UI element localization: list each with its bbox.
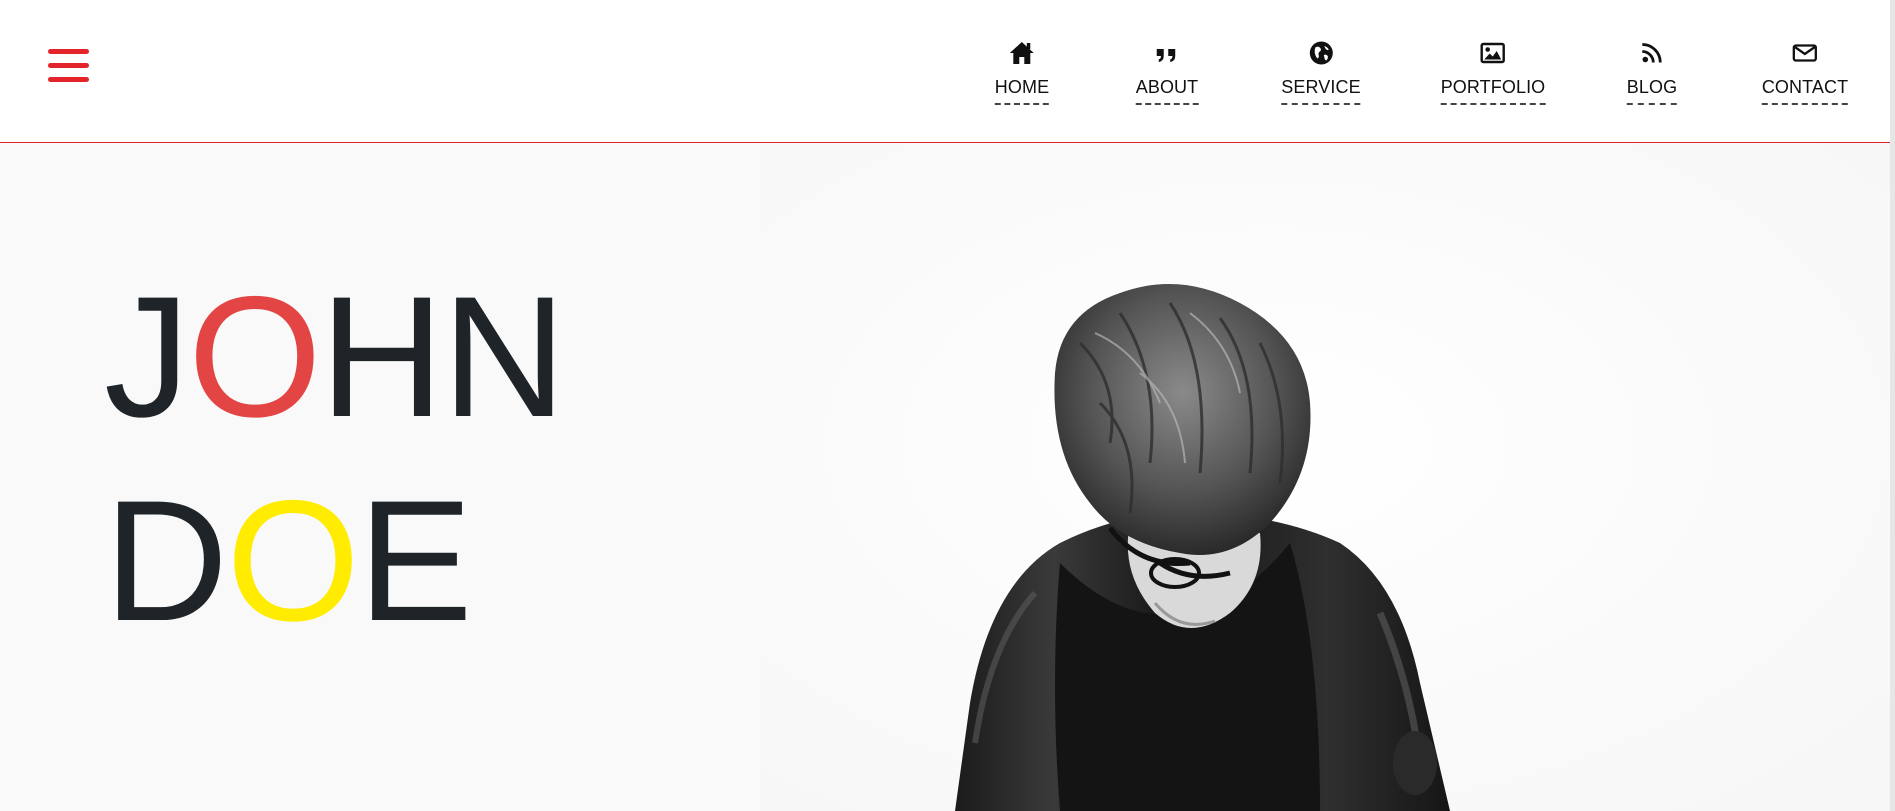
portrait-photo: [760, 143, 1890, 811]
nav-item-portfolio[interactable]: PORTFOLIO: [1440, 38, 1546, 110]
nav-item-contact[interactable]: CONTACT: [1761, 38, 1849, 110]
nav-label-about: ABOUT: [1135, 77, 1199, 105]
nav-label-portfolio: PORTFOLIO: [1440, 77, 1546, 105]
hero-section: JOHN DOE: [0, 143, 1890, 811]
globe-icon: [1309, 41, 1333, 65]
nav-label-contact: CONTACT: [1761, 77, 1849, 105]
quote-icon: [1156, 49, 1176, 62]
scrollbar[interactable]: [1890, 0, 1895, 811]
hero-last-name: DOE: [104, 465, 473, 657]
main-nav: HOME ABOUT SERVICE PORTFOLIO BLOG CONTAC…: [0, 0, 1890, 142]
hero-first-name: JOHN: [104, 261, 566, 453]
nav-label-home: HOME: [994, 77, 1050, 105]
image-icon: [1480, 42, 1506, 64]
nav-item-blog[interactable]: BLOG: [1626, 38, 1678, 110]
page: HOME ABOUT SERVICE PORTFOLIO BLOG CONTAC…: [0, 0, 1890, 811]
site-header: HOME ABOUT SERVICE PORTFOLIO BLOG CONTAC…: [0, 0, 1890, 143]
envelope-icon: [1792, 44, 1818, 62]
nav-item-service[interactable]: SERVICE: [1281, 38, 1361, 110]
nav-item-about[interactable]: ABOUT: [1135, 38, 1199, 110]
nav-item-home[interactable]: HOME: [994, 38, 1050, 110]
rss-icon: [1642, 43, 1662, 63]
home-icon: [1010, 42, 1034, 64]
nav-label-blog: BLOG: [1626, 77, 1678, 105]
nav-label-service: SERVICE: [1281, 77, 1361, 105]
